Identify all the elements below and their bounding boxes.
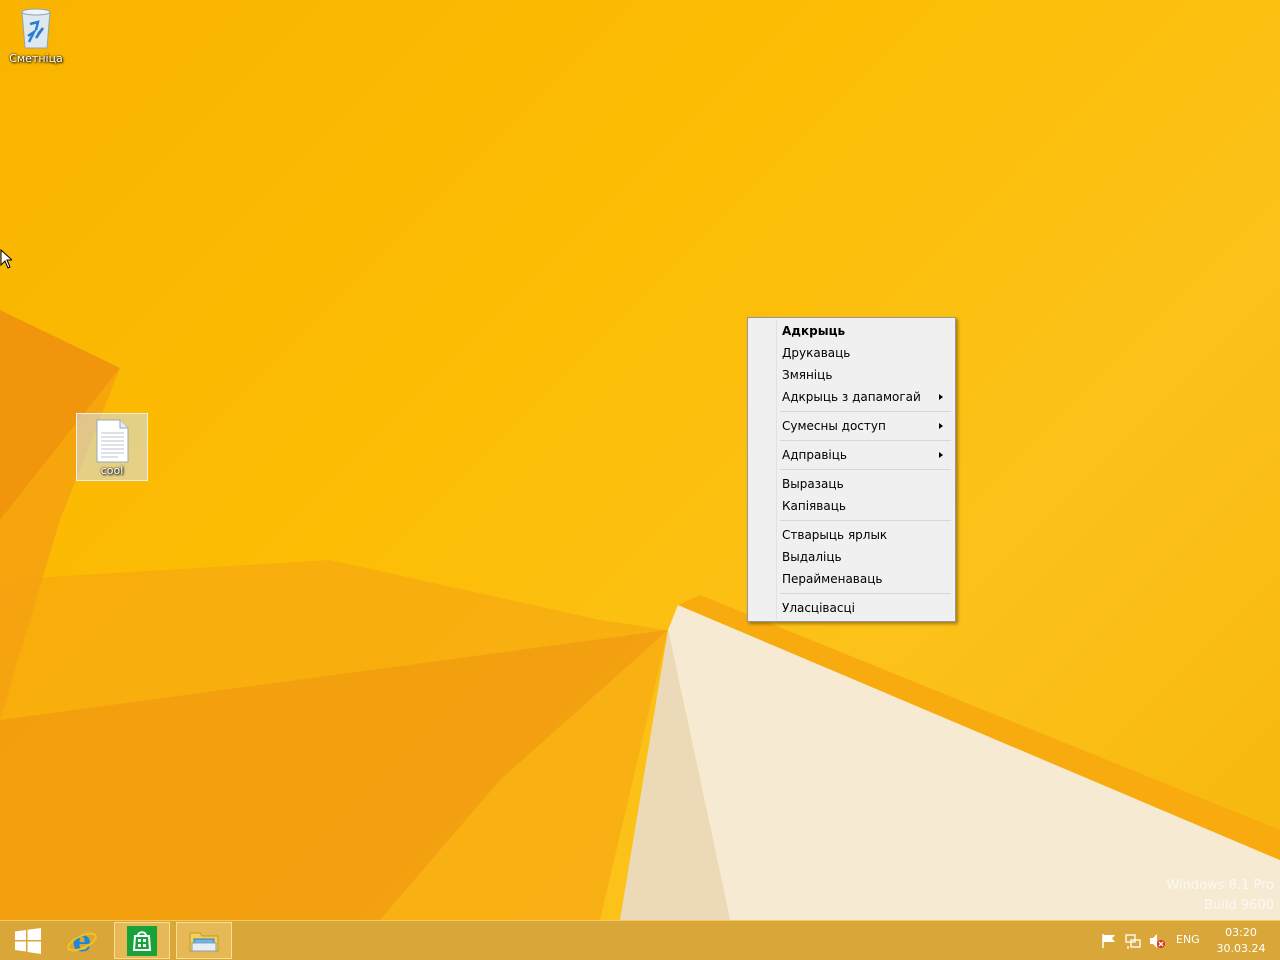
menu-item-create-shortcut[interactable]: Стварыць ярлык (750, 524, 953, 546)
store-button[interactable] (114, 922, 170, 959)
menu-separator (750, 437, 953, 444)
submenu-arrow-icon (939, 394, 943, 400)
watermark-build: Build 9600 (1204, 898, 1274, 913)
windows-watermark: Windows 8.1 Pro Build 9600 (1166, 876, 1274, 916)
internet-explorer-icon: e (67, 925, 97, 957)
clock-time: 03:20 (1225, 926, 1257, 939)
internet-explorer-button[interactable]: e (54, 922, 110, 959)
menu-item-copy[interactable]: Капіяваць (750, 495, 953, 517)
language-indicator[interactable]: ENG (1176, 933, 1200, 946)
start-button[interactable] (0, 922, 56, 959)
tray-clock[interactable]: 03:20 30.03.24 (1212, 925, 1270, 957)
menu-separator (750, 466, 953, 473)
file-explorer-button[interactable] (176, 922, 232, 959)
action-center-flag-icon[interactable] (1100, 932, 1118, 950)
file-label: cool (100, 464, 124, 477)
menu-item-share[interactable]: Сумесны доступ (750, 415, 953, 437)
menu-separator (750, 517, 953, 524)
mouse-cursor-icon (0, 249, 12, 269)
store-icon (127, 925, 157, 956)
menu-item-open-with-label: Адкрыць з дапамогай (782, 390, 921, 404)
menu-item-print[interactable]: Друкаваць (750, 342, 953, 364)
windows-start-icon (15, 927, 41, 954)
submenu-arrow-icon (939, 452, 943, 458)
menu-item-cut[interactable]: Выразаць (750, 473, 953, 495)
menu-item-properties[interactable]: Уласцівасці (750, 597, 953, 619)
desktop[interactable]: Сметніца cool Адкрыць Друкаваць Змяніць … (0, 0, 1280, 920)
clock-date: 30.03.24 (1216, 942, 1266, 955)
file-explorer-icon (189, 932, 219, 951)
taskbar: e ENG 03:20 30.03.24 (0, 920, 1280, 960)
submenu-arrow-icon (939, 423, 943, 429)
menu-separator (750, 590, 953, 597)
menu-separator (750, 408, 953, 415)
menu-item-open-with[interactable]: Адкрыць з дапамогай (750, 386, 953, 408)
menu-item-send-to-label: Адправіць (782, 448, 847, 462)
menu-item-open[interactable]: Адкрыць (750, 320, 953, 342)
recycle-bin-desktop-icon[interactable]: Сметніца (0, 4, 72, 65)
menu-item-share-label: Сумесны доступ (782, 419, 886, 433)
text-file-icon (96, 419, 129, 463)
network-icon[interactable] (1124, 932, 1142, 950)
volume-muted-icon[interactable] (1148, 932, 1166, 950)
svg-text:e: e (72, 925, 91, 957)
watermark-edition: Windows 8.1 Pro (1166, 878, 1274, 893)
menu-item-send-to[interactable]: Адправіць (750, 444, 953, 466)
menu-item-rename[interactable]: Перайменаваць (750, 568, 953, 590)
menu-item-delete[interactable]: Выдаліць (750, 546, 953, 568)
file-desktop-icon[interactable]: cool (76, 413, 148, 481)
context-menu: Адкрыць Друкаваць Змяніць Адкрыць з дапа… (747, 317, 956, 622)
menu-item-edit[interactable]: Змяніць (750, 364, 953, 386)
recycle-bin-icon (21, 8, 51, 49)
recycle-bin-label: Сметніца (9, 52, 63, 65)
wallpaper (0, 310, 1280, 920)
